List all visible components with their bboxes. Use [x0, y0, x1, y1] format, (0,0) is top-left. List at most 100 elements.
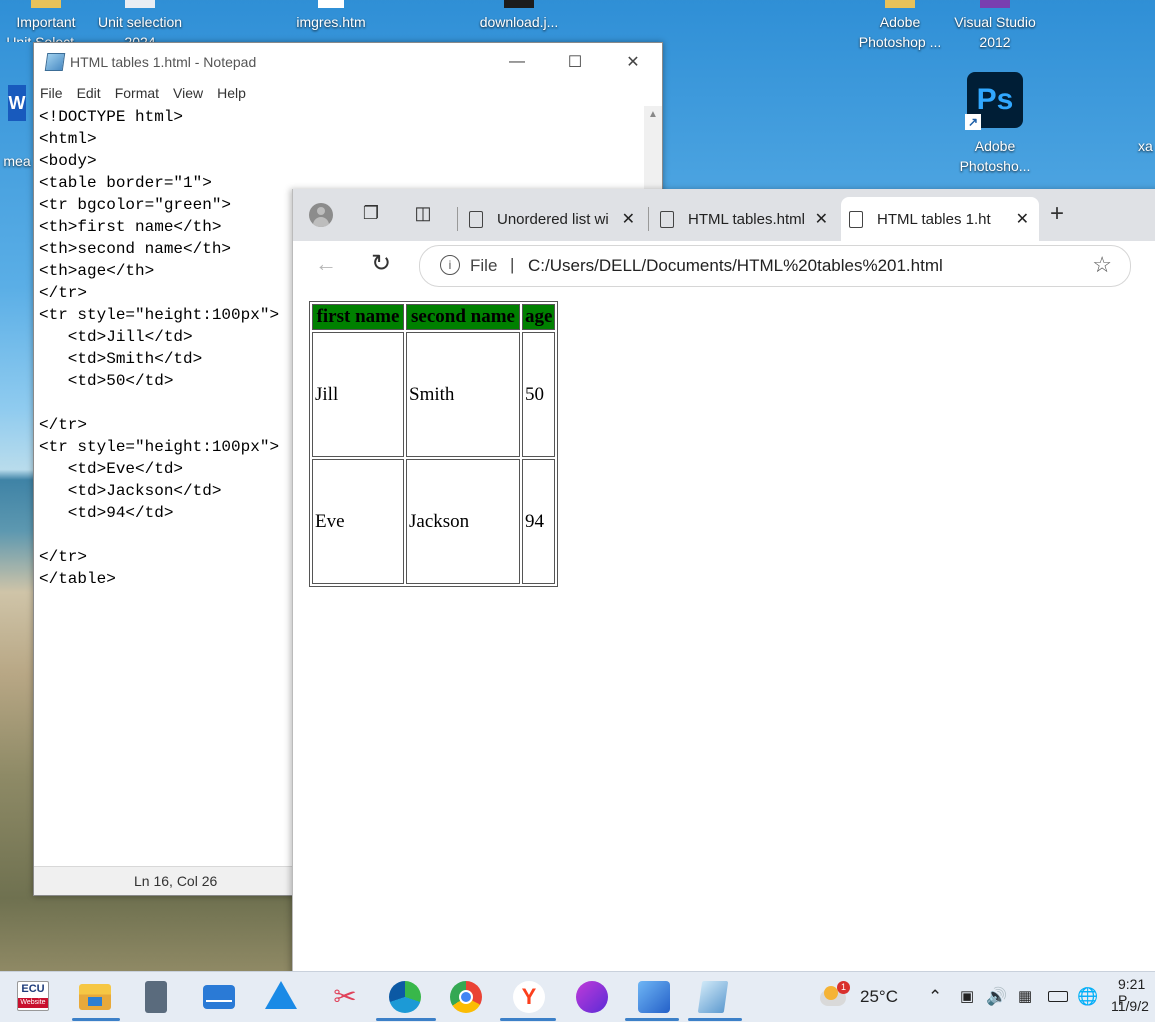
photoshop-icon: Ps ↗ [965, 72, 1023, 130]
taskbar: ECU Website ✂ Y 1 25°C ⌃ ▣ 🔊 ▦ 🌐 9:21 P … [0, 971, 1155, 1022]
address-divider: | [510, 255, 515, 274]
snipping-tool-icon[interactable]: ✂ [329, 981, 361, 1013]
temperature[interactable]: 25°C [860, 987, 898, 1007]
tab-divider [457, 207, 458, 231]
document-icon [469, 210, 483, 228]
table-cell: Eve [312, 459, 404, 584]
folder-icon [31, 0, 61, 8]
yandex-icon[interactable]: Y [513, 981, 545, 1013]
browser-window[interactable]: ❐ ◫ Unordered list wi ✕ HTML tables.html… [292, 189, 1155, 979]
refresh-icon[interactable]: ↻ [371, 249, 391, 278]
desktop-icon-adobe-photoshop[interactable]: Ps ↗ Adobe Photosho... [948, 72, 1042, 176]
column-header: age [522, 304, 556, 330]
desktop-icon-partial[interactable]: xa [1138, 136, 1155, 156]
table-header-row: first name second name age [312, 304, 556, 330]
tab-bar: ❐ ◫ Unordered list wi ✕ HTML tables.html… [293, 189, 1155, 241]
file-explorer-icon[interactable] [79, 984, 111, 1010]
address-bar[interactable]: i File | C:/Users/DELL/Documents/HTML%20… [419, 245, 1131, 287]
table-cell: Smith [406, 332, 520, 457]
volume-icon[interactable]: 🔊 [986, 987, 1007, 1007]
desktop-icon-unit-selection[interactable]: Unit selection 2024 [92, 0, 188, 42]
column-header: second name [406, 304, 520, 330]
shortcut-arrow-icon: ↗ [965, 114, 981, 130]
tab-label: HTML tables.html [688, 210, 805, 228]
menu-format[interactable]: Format [115, 85, 159, 101]
maximize-icon[interactable]: ☐ [546, 52, 604, 72]
weather-icon[interactable]: 1 [820, 981, 850, 1008]
page-content: first name second name age Jill Smith 50… [293, 289, 1155, 979]
workspaces-icon[interactable]: ❐ [359, 203, 383, 227]
menu-help[interactable]: Help [217, 85, 246, 101]
file-icon [125, 0, 155, 8]
desktop-icon-label: Photoshop ... [858, 34, 942, 50]
tab-label: HTML tables 1.ht [877, 210, 991, 228]
favorite-star-icon[interactable]: ☆ [1092, 252, 1112, 278]
tab-unordered-list[interactable]: Unordered list wi ✕ [469, 197, 645, 241]
table-row: Jill Smith 50 [312, 332, 556, 457]
tab-label: Unordered list wi [497, 210, 609, 228]
table-cell: Jackson [406, 459, 520, 584]
desktop-icon-label: download.j... [479, 14, 559, 30]
close-tab-icon[interactable]: ✕ [622, 209, 635, 229]
desktop-icon-label: xa [1138, 138, 1153, 154]
document-icon [849, 210, 863, 228]
show-hidden-icons-chevron-icon[interactable]: ⌃ [928, 987, 942, 1007]
ecu-logo-subtext: Website [18, 998, 48, 1008]
ecu-website-icon[interactable]: ECU Website [17, 981, 49, 1011]
notepad-title: HTML tables 1.html - Notepad [70, 54, 257, 70]
address-prefix: File [470, 256, 498, 275]
image-file-icon [504, 0, 534, 8]
clock-date[interactable]: 11/9/2 [1111, 998, 1149, 1014]
html-file-icon [318, 0, 344, 8]
vertical-tabs-icon[interactable]: ◫ [411, 203, 435, 227]
copilot-icon[interactable] [576, 981, 608, 1013]
minimize-icon[interactable]: — [488, 53, 546, 71]
menu-file[interactable]: File [40, 85, 63, 101]
network-globe-icon[interactable]: 🌐 [1077, 987, 1098, 1007]
desktop-icon-label: 2012 [979, 34, 1011, 50]
desktop-icon-imgres[interactable]: imgres.htm [288, 0, 374, 32]
notepad-title-bar[interactable]: HTML tables 1.html - Notepad — ☐ ✕ [34, 43, 662, 81]
notepad-taskbar-icon[interactable] [697, 981, 729, 1013]
back-icon[interactable]: ← [315, 251, 337, 277]
address-bar-row: ← ↻ i File | C:/Users/DELL/Documents/HTM… [293, 241, 1155, 290]
chrome-icon[interactable] [450, 981, 482, 1013]
profile-icon[interactable] [309, 203, 333, 227]
close-tab-icon[interactable]: ✕ [815, 209, 828, 229]
table-cell: 50 [522, 332, 556, 457]
menu-view[interactable]: View [173, 85, 203, 101]
desktop-icon-download[interactable]: download.j... [474, 0, 564, 32]
close-tab-icon[interactable]: ✕ [1016, 209, 1029, 229]
display-icon[interactable]: ▦ [1018, 987, 1032, 1005]
document-icon [660, 210, 674, 228]
word-icon: W [8, 85, 26, 121]
camera-icon[interactable]: ▣ [960, 987, 974, 1005]
desktop-icon-label: mea [3, 153, 31, 169]
table-cell: Jill [312, 332, 404, 457]
notepad-menu-bar: File Edit Format View Help [34, 81, 662, 105]
desktop-icon-label: Visual Studio [954, 14, 1036, 30]
desktop-icon-word[interactable]: W mea [2, 85, 32, 171]
desktop-icon-important[interactable]: Important Unit Select... [2, 0, 90, 42]
new-tab-icon[interactable]: + [1045, 200, 1069, 227]
menu-edit[interactable]: Edit [77, 85, 101, 101]
site-info-icon[interactable]: i [440, 255, 460, 275]
mail-icon[interactable] [203, 985, 235, 1009]
battery-icon[interactable] [1048, 991, 1068, 1002]
desktop-icon-label: Unit Select... [6, 34, 86, 42]
photos-icon[interactable] [638, 981, 670, 1013]
column-header: first name [312, 304, 404, 330]
address-url: C:/Users/DELL/Documents/HTML%20tables%20… [528, 256, 943, 275]
table-cell: 94 [522, 459, 556, 584]
desktop-icon-photoshop-folder[interactable]: Adobe Photoshop ... [852, 0, 948, 52]
tab-html-tables[interactable]: HTML tables.html ✕ [660, 197, 838, 241]
desktop-icon-visual-studio[interactable]: Visual Studio 2012 [946, 0, 1044, 52]
table-row: Eve Jackson 94 [312, 459, 556, 584]
edge-icon[interactable] [389, 981, 421, 1013]
close-icon[interactable]: ✕ [604, 52, 662, 72]
azure-icon[interactable] [265, 981, 297, 1009]
calculator-icon[interactable] [145, 981, 167, 1013]
desktop-icon-label: 2024 [124, 34, 156, 42]
scroll-up-icon[interactable]: ▲ [644, 106, 662, 124]
tab-html-tables-1[interactable]: HTML tables 1.ht ✕ [841, 197, 1039, 241]
